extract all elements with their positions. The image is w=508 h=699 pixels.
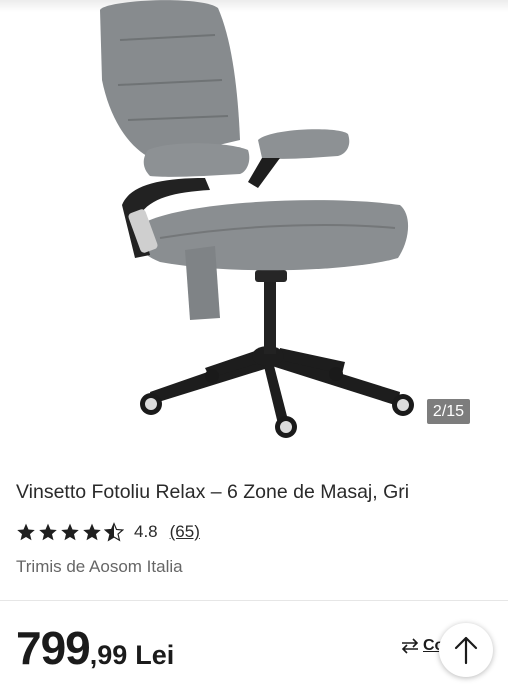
star-icon: [61, 523, 79, 541]
scroll-to-top-button[interactable]: [439, 623, 493, 677]
price-decimal: ,99: [89, 640, 128, 670]
compare-button[interactable]: Co: [400, 637, 444, 655]
star-rating: [16, 522, 126, 542]
product-image-gallery[interactable]: 2/15: [0, 0, 508, 455]
star-half-icon: [104, 522, 124, 542]
price: 799 ,99 Lei: [16, 621, 174, 675]
price-integer: 799: [16, 622, 91, 674]
rating-value: 4.8: [134, 522, 158, 541]
star-icon: [39, 523, 57, 541]
review-count-link[interactable]: (65): [170, 522, 200, 542]
product-photo: [100, 0, 414, 438]
price-currency: Lei: [135, 640, 175, 670]
image-counter: 2/15: [427, 399, 470, 424]
star-icon: [83, 523, 101, 541]
price-bar: 799 ,99 Lei Co: [0, 600, 508, 699]
compare-arrows-icon: [401, 638, 419, 654]
arrow-up-icon: [454, 636, 478, 665]
product-rating[interactable]: 4.8 (65): [16, 519, 200, 545]
star-icon: [17, 523, 35, 541]
seller-info: Trimis de Aosom Italia: [16, 557, 183, 576]
product-title: Vinsetto Fotoliu Relax – 6 Zone de Masaj…: [16, 481, 410, 503]
